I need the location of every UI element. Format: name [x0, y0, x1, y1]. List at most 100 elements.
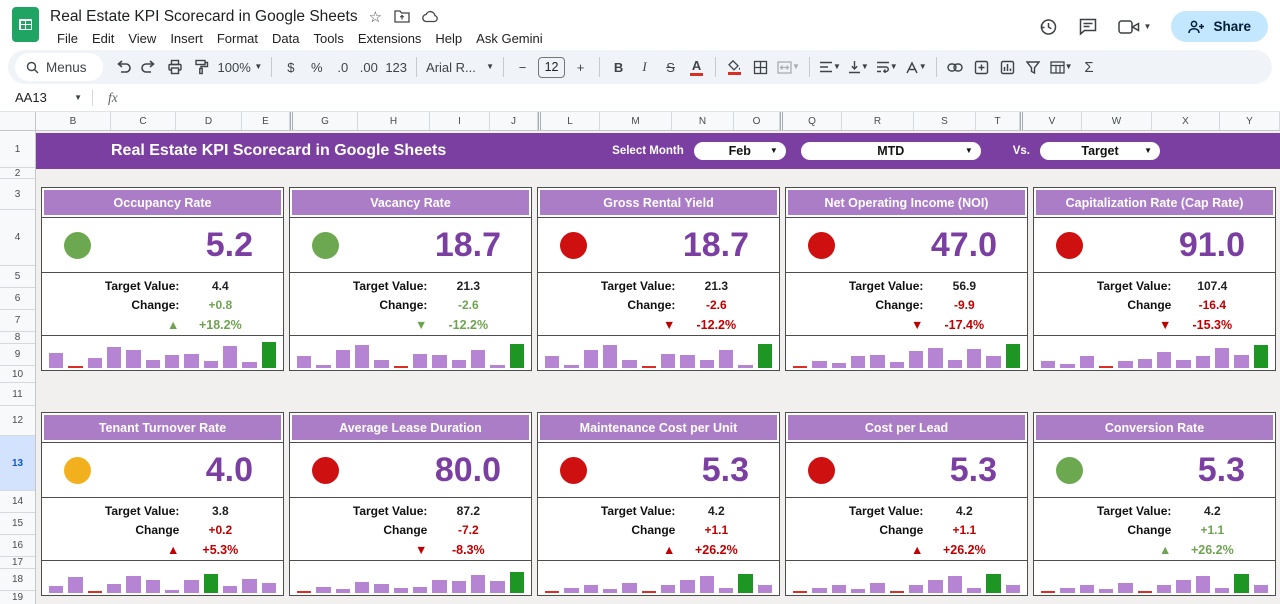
zoom-select[interactable]: 100% ▼	[215, 54, 266, 80]
star-icon[interactable]: ☆	[369, 8, 382, 26]
menu-insert[interactable]: Insert	[163, 29, 210, 48]
bold-button[interactable]: B	[606, 54, 631, 80]
strikethrough-button[interactable]: S	[658, 54, 683, 80]
row-header-18[interactable]: 18	[0, 569, 35, 591]
comments-icon[interactable]	[1078, 17, 1098, 37]
column-header-B[interactable]: B	[36, 112, 111, 130]
month-dropdown[interactable]: Feb ▼	[694, 142, 786, 160]
row-header-9[interactable]: 9	[0, 344, 35, 366]
vertical-align-button[interactable]: ▼	[845, 54, 872, 80]
row-header-4[interactable]: 4	[0, 210, 35, 266]
column-header-V[interactable]: V	[1020, 112, 1082, 130]
redo-button[interactable]	[137, 54, 162, 80]
column-header-Y[interactable]: Y	[1220, 112, 1280, 130]
row-header-13[interactable]: 13	[0, 436, 35, 491]
column-header-G[interactable]: G	[290, 112, 358, 130]
menus-search-button[interactable]: Menus	[15, 53, 103, 81]
compare-dropdown[interactable]: Target ▼	[1040, 142, 1160, 160]
spark-bar	[49, 586, 63, 593]
format-percent-button[interactable]: %	[304, 54, 329, 80]
column-header-X[interactable]: X	[1152, 112, 1220, 130]
column-header-C[interactable]: C	[111, 112, 176, 130]
document-title[interactable]: Real Estate KPI Scorecard in Google Shee…	[50, 8, 358, 26]
column-header-S[interactable]: S	[914, 112, 976, 130]
column-header-H[interactable]: H	[358, 112, 430, 130]
decrease-decimal-button[interactable]: .0	[330, 54, 355, 80]
format-currency-button[interactable]: $	[278, 54, 303, 80]
period-dropdown[interactable]: MTD ▼	[801, 142, 981, 160]
increase-decimal-button[interactable]: .00	[356, 54, 381, 80]
paint-format-button[interactable]	[189, 54, 214, 80]
menu-format[interactable]: Format	[210, 29, 265, 48]
column-header-M[interactable]: M	[600, 112, 672, 130]
move-folder-icon[interactable]	[394, 10, 410, 23]
row-header-15[interactable]: 15	[0, 513, 35, 535]
row-header-8[interactable]: 8	[0, 332, 35, 344]
sheets-logo-icon[interactable]	[12, 7, 39, 42]
font-size-input[interactable]: 12	[538, 57, 565, 78]
name-box[interactable]: AA13 ▼	[0, 90, 92, 105]
text-wrap-button[interactable]: ▼	[873, 54, 901, 80]
menu-help[interactable]: Help	[428, 29, 469, 48]
column-header-O[interactable]: O	[734, 112, 780, 130]
menu-data[interactable]: Data	[265, 29, 306, 48]
row-header-11[interactable]: 11	[0, 383, 35, 406]
column-header-I[interactable]: I	[430, 112, 490, 130]
row-header-10[interactable]: 10	[0, 366, 35, 383]
table-views-button[interactable]: ▼	[1047, 54, 1076, 80]
functions-button[interactable]: Σ	[1077, 54, 1102, 80]
cloud-status-icon[interactable]	[422, 11, 440, 23]
row-header-17[interactable]: 17	[0, 557, 35, 569]
fill-color-button[interactable]	[722, 54, 747, 80]
merge-cells-button[interactable]: ▼	[774, 54, 803, 80]
column-header-W[interactable]: W	[1082, 112, 1152, 130]
sheet-canvas[interactable]: Real Estate KPI Scorecard in Google Shee…	[36, 131, 1280, 604]
menu-tools[interactable]: Tools	[306, 29, 350, 48]
row-header-6[interactable]: 6	[0, 288, 35, 310]
undo-button[interactable]	[111, 54, 136, 80]
column-header-E[interactable]: E	[242, 112, 290, 130]
decrease-font-size-button[interactable]: −	[510, 54, 535, 80]
text-color-button[interactable]: A	[684, 54, 709, 80]
column-header-T[interactable]: T	[976, 112, 1020, 130]
row-header-12[interactable]: 12	[0, 406, 35, 436]
target-row: Target Value:21.3	[290, 276, 531, 295]
menu-file[interactable]: File	[50, 29, 85, 48]
row-header-16[interactable]: 16	[0, 535, 35, 557]
select-all-corner[interactable]	[0, 112, 36, 131]
row-header-19[interactable]: 19	[0, 591, 35, 604]
text-rotation-button[interactable]: ▼	[902, 54, 930, 80]
more-formats-button[interactable]: 123	[382, 54, 410, 80]
insert-chart-button[interactable]	[995, 54, 1020, 80]
column-header-L[interactable]: L	[538, 112, 600, 130]
create-filter-button[interactable]	[1021, 54, 1046, 80]
row-header-7[interactable]: 7	[0, 310, 35, 332]
menu-edit[interactable]: Edit	[85, 29, 121, 48]
join-call-button[interactable]: ▼	[1118, 19, 1152, 35]
row-header-5[interactable]: 5	[0, 266, 35, 288]
print-button[interactable]	[163, 54, 188, 80]
call-caret-icon[interactable]: ▼	[1144, 23, 1152, 31]
font-select[interactable]: Arial R...▼	[423, 54, 497, 80]
row-header-1[interactable]: 1	[0, 131, 35, 168]
column-header-Q[interactable]: Q	[780, 112, 842, 130]
column-header-D[interactable]: D	[176, 112, 242, 130]
column-header-J[interactable]: J	[490, 112, 538, 130]
menu-ask-gemini[interactable]: Ask Gemini	[469, 29, 549, 48]
borders-button[interactable]	[748, 54, 773, 80]
horizontal-align-button[interactable]: ▼	[816, 54, 844, 80]
menu-extensions[interactable]: Extensions	[351, 29, 429, 48]
version-history-icon[interactable]	[1038, 17, 1058, 37]
increase-font-size-button[interactable]: +	[568, 54, 593, 80]
insert-link-button[interactable]	[943, 54, 968, 80]
column-header-N[interactable]: N	[672, 112, 734, 130]
italic-button[interactable]: I	[632, 54, 657, 80]
share-button[interactable]: Share	[1171, 11, 1268, 42]
menu-view[interactable]: View	[121, 29, 163, 48]
row-header-3[interactable]: 3	[0, 179, 35, 210]
column-header-R[interactable]: R	[842, 112, 914, 130]
row-header-2[interactable]: 2	[0, 168, 35, 179]
row-header-14[interactable]: 14	[0, 491, 35, 513]
insert-comment-button[interactable]	[969, 54, 994, 80]
formula-input[interactable]	[118, 84, 1280, 111]
